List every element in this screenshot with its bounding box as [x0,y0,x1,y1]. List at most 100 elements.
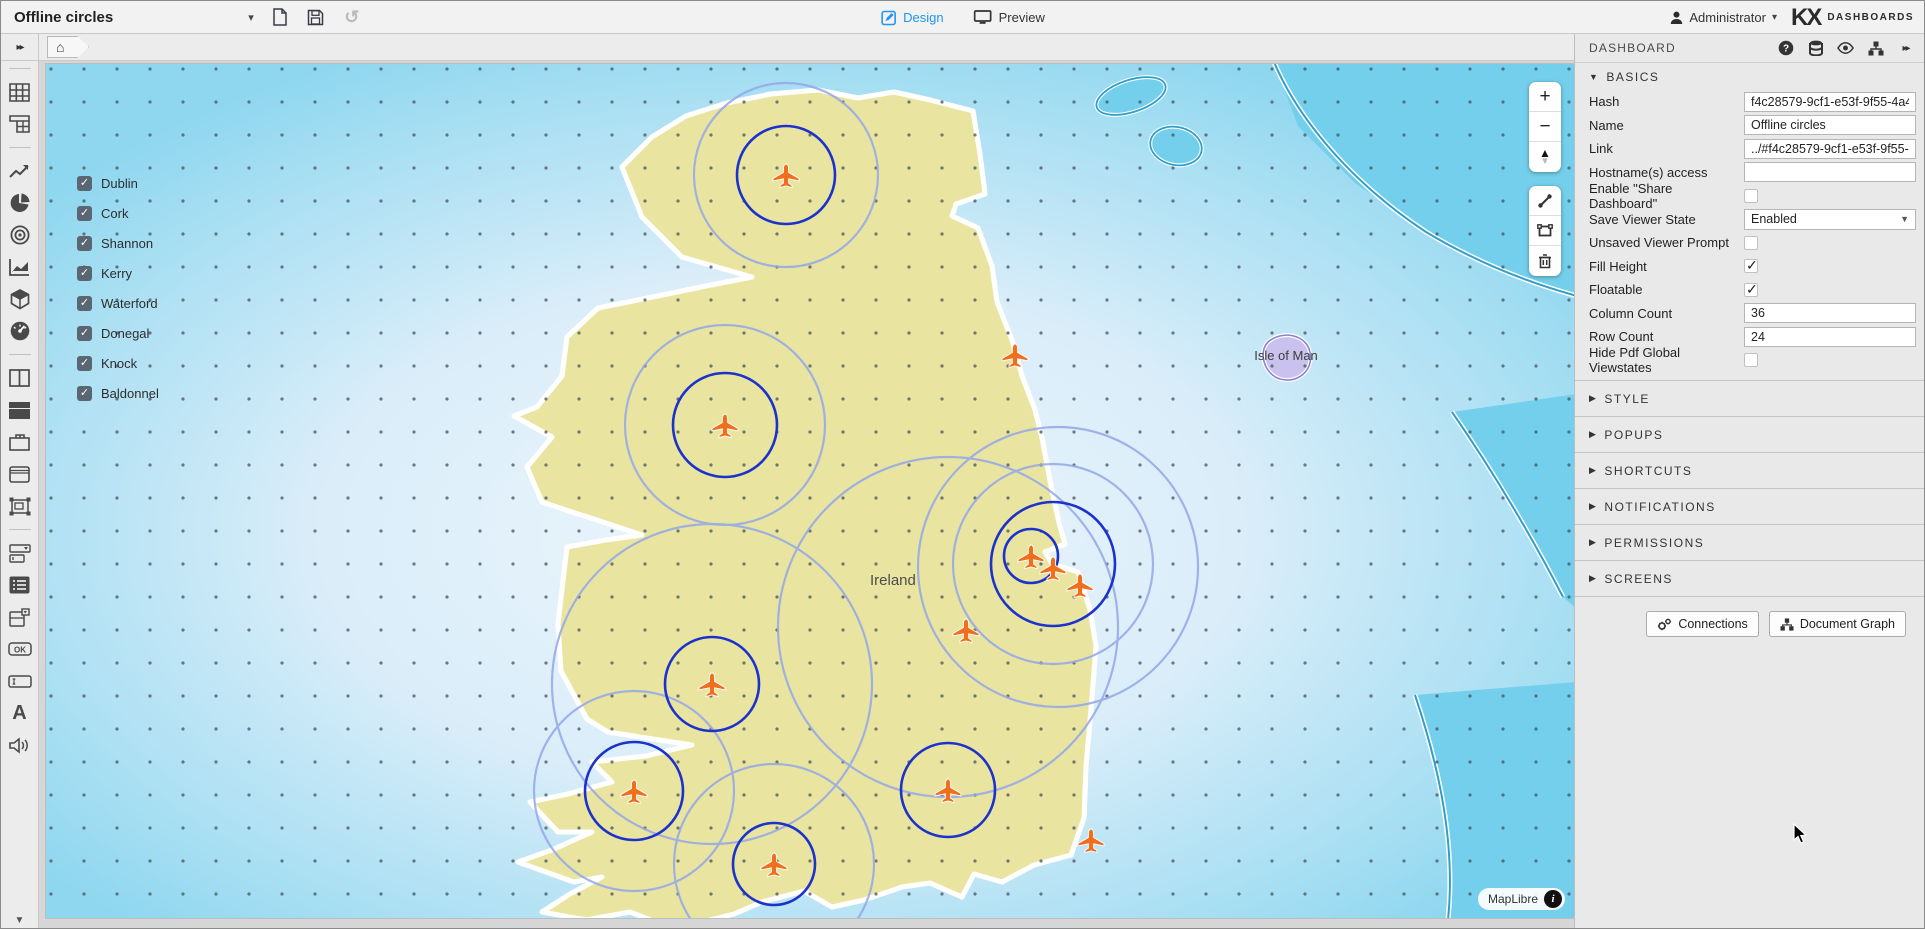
legend-item-donegal[interactable]: ✓Donegal [77,318,159,348]
hide-pdf-global-viewstates-checkbox[interactable] [1744,353,1758,367]
map-widget[interactable]: Ireland Isle of Man ✓Dublin ✓Cork ✓Shann… [45,63,1576,919]
data-sources-icon[interactable] [1807,40,1824,57]
section-popups[interactable]: ▶POPUPS [1575,416,1924,452]
trash-icon[interactable] [1529,246,1561,276]
map-attribution[interactable]: MapLibre i [1478,888,1565,910]
save-viewer-state-select[interactable]: Enabled▼ [1744,209,1916,230]
chevron-down-icon: ▼ [1900,214,1909,224]
chevron-right-icon: ▶ [1589,537,1597,548]
canvas-selection-icon[interactable] [7,494,33,518]
list-view-icon[interactable] [7,573,33,597]
chevron-right-icon: ▶ [1589,393,1597,404]
monitor-icon [974,10,992,25]
checkbox-checked-icon[interactable]: ✓ [77,206,92,221]
combo-input-icon[interactable] [7,541,33,565]
expand-screens-icon[interactable]: ▸▸ [1,34,39,60]
legend-item-cork[interactable]: ✓Cork [77,198,159,228]
collapse-panel-icon[interactable]: ▸▸ [1897,40,1914,57]
hostname-access-field[interactable] [1744,162,1916,182]
chevron-down-icon: ▼ [1589,72,1599,82]
section-permissions[interactable]: ▶PERMISSIONS [1575,524,1924,560]
row-count-field[interactable] [1744,327,1916,347]
chevron-right-icon: ▶ [1589,429,1597,440]
component-toolbar: OK A ▼ [1,61,39,928]
map-draw-controls [1529,186,1561,276]
split-columns-icon[interactable] [7,366,33,390]
mode-switch: Design Preview [880,1,1045,34]
preview-eye-icon[interactable] [1837,40,1854,57]
toolbar-divider [9,354,31,355]
cube-3d-icon[interactable] [7,287,33,311]
checkbox-checked-icon[interactable]: ✓ [77,326,92,341]
properties-panel: DASHBOARD ? ▸▸ ▼ BASICS Hash Name Link H… [1574,34,1924,928]
document-graph-button[interactable]: Document Graph [1769,611,1906,637]
app-window: Offline circles ▾ ↺ Design Preview Admin… [0,0,1925,929]
hash-field[interactable] [1744,92,1916,112]
header-block-icon[interactable] [7,398,33,422]
section-notifications[interactable]: ▶NOTIFICATIONS [1575,488,1924,524]
undo-button[interactable]: ↺ [342,7,362,27]
section-style[interactable]: ▶STYLE [1575,380,1924,416]
column-count-field[interactable] [1744,303,1916,323]
checkbox-checked-icon[interactable]: ✓ [77,386,92,401]
floatable-checkbox[interactable] [1744,283,1758,297]
section-screens[interactable]: ▶SCREENS [1575,560,1924,596]
dropdown-panel-icon[interactable] [7,605,33,629]
legend-item-waterford[interactable]: ✓Waterford [77,288,159,318]
dashboard-select-caret-icon[interactable]: ▾ [248,11,254,24]
data-grid-icon[interactable] [7,80,33,104]
tabs-icon[interactable] [7,430,33,454]
design-mode-button[interactable]: Design [880,10,943,26]
airport-legend: ✓Dublin ✓Cork ✓Shannon ✓Kerry ✓Waterford… [77,168,159,408]
preview-mode-button[interactable]: Preview [974,10,1045,25]
ok-button-icon[interactable]: OK [7,637,33,661]
info-icon[interactable]: i [1544,890,1562,908]
radar-chart-icon[interactable] [7,223,33,247]
pie-chart-icon[interactable] [7,191,33,215]
compass-button[interactable]: ▲▼ [1529,142,1561,172]
checkbox-checked-icon[interactable]: ✓ [77,266,92,281]
area-chart-icon[interactable] [7,255,33,279]
header-panel-icon[interactable] [7,462,33,486]
map-basemap: Ireland Isle of Man [46,64,1576,919]
zoom-out-button[interactable]: − [1529,112,1561,142]
name-field[interactable] [1744,115,1916,135]
gauge-icon[interactable] [7,319,33,343]
checkbox-checked-icon[interactable]: ✓ [77,176,92,191]
text-input-icon[interactable] [7,669,33,693]
link-field[interactable] [1744,139,1916,159]
dashboard-title: Offline circles [14,9,113,26]
toolbar-divider [9,68,31,69]
draw-rectangle-icon[interactable] [1529,216,1561,246]
line-chart-icon[interactable] [7,159,33,183]
user-icon [1670,11,1683,25]
legend-item-shannon[interactable]: ✓Shannon [77,228,159,258]
home-screen-tab[interactable]: ⌂ [47,36,89,58]
map-zoom-controls: + − ▲▼ [1529,82,1561,172]
zoom-in-button[interactable]: + [1529,82,1561,112]
save-button[interactable] [306,7,326,27]
new-dashboard-button[interactable] [270,7,290,27]
legend-item-baldonnel[interactable]: ✓Baldonnel [77,378,159,408]
measure-icon[interactable] [1529,186,1561,216]
legend-item-kerry[interactable]: ✓Kerry [77,258,159,288]
section-shortcuts[interactable]: ▶SHORTCUTS [1575,452,1924,488]
legend-item-dublin[interactable]: ✓Dublin [77,168,159,198]
legend-item-knock[interactable]: ✓Knock [77,348,159,378]
share-dashboard-checkbox[interactable] [1744,189,1758,203]
connections-button[interactable]: Connections [1646,611,1759,637]
text-icon[interactable]: A [7,701,33,725]
section-basics[interactable]: ▼ BASICS [1575,63,1924,90]
chevron-right-icon: ▶ [1589,501,1597,512]
fill-height-checkbox[interactable] [1744,259,1758,273]
help-icon[interactable]: ? [1777,40,1794,57]
media-icon[interactable] [7,733,33,757]
checkbox-checked-icon[interactable]: ✓ [77,296,92,311]
pivot-grid-icon[interactable] [7,112,33,136]
checkbox-checked-icon[interactable]: ✓ [77,236,92,251]
toolbar-scroll-down-icon[interactable]: ▼ [15,915,25,926]
document-graph-icon[interactable] [1867,40,1884,57]
user-menu[interactable]: Administrator ▾ [1670,10,1777,25]
unsaved-viewer-prompt-checkbox[interactable] [1744,236,1758,250]
checkbox-checked-icon[interactable]: ✓ [77,356,92,371]
